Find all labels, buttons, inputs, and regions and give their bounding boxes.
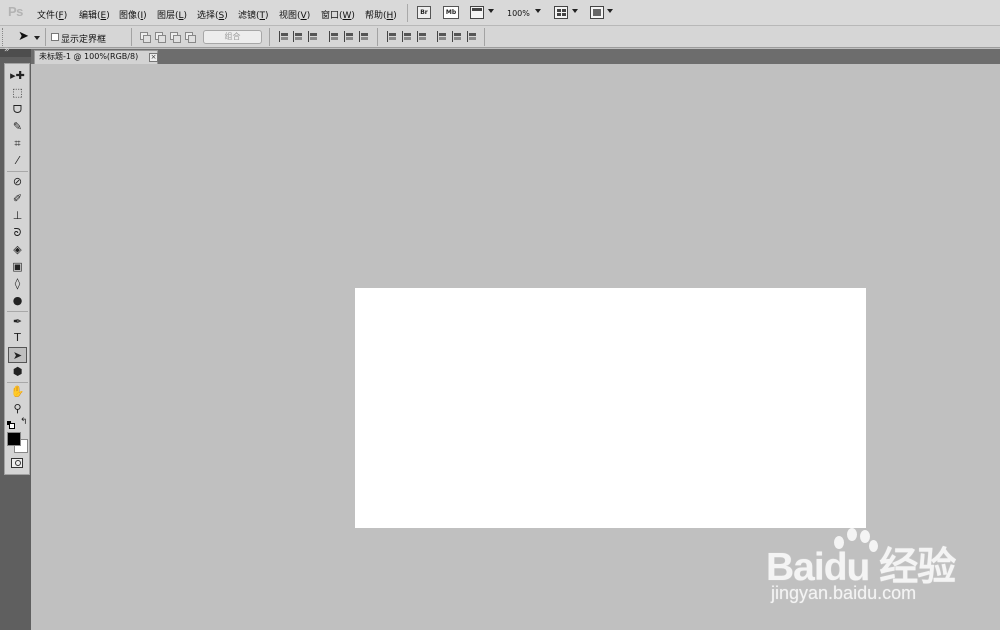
chevron-down-icon xyxy=(34,36,40,40)
photoshop-logo: Ps xyxy=(8,4,23,19)
dodge-tool-icon[interactable]: ● xyxy=(8,293,27,309)
align-bottom-icon[interactable] xyxy=(307,31,319,42)
options-separator xyxy=(484,28,485,46)
chevron-down-icon[interactable] xyxy=(572,9,578,13)
show-bounding-box-checkbox[interactable] xyxy=(51,33,59,41)
brush-tool-icon[interactable]: ✐ xyxy=(8,191,27,207)
menu-separator xyxy=(407,4,408,22)
default-colors-icon[interactable] xyxy=(7,421,15,429)
hand-tool-icon[interactable]: ✋ xyxy=(8,384,27,400)
exclude-shape-area-icon[interactable] xyxy=(185,32,196,43)
align-horizontal-center-icon[interactable] xyxy=(343,31,355,42)
marquee-tool-icon[interactable]: ⬚ xyxy=(8,85,27,101)
options-separator xyxy=(131,28,132,46)
baidu-jingyan-watermark: Baidu 经验 jingyan.baidu.com xyxy=(766,526,966,606)
distribute-bottom-icon[interactable] xyxy=(416,31,428,42)
menu-file[interactable]: 文件(F) xyxy=(37,8,67,21)
watermark-url: jingyan.baidu.com xyxy=(771,583,917,603)
menu-layer[interactable]: 图层(L) xyxy=(157,8,187,21)
options-separator xyxy=(45,28,46,46)
distribute-right-icon[interactable] xyxy=(466,31,478,42)
gradient-tool-icon[interactable]: ▣ xyxy=(8,259,27,275)
crop-tool-icon[interactable]: ⌗ xyxy=(8,136,27,152)
grip-handle[interactable] xyxy=(2,28,6,46)
mini-bridge-button[interactable]: Mb xyxy=(443,6,459,19)
chevron-down-icon[interactable] xyxy=(488,9,494,13)
distribute-left-icon[interactable] xyxy=(436,31,448,42)
close-icon[interactable]: × xyxy=(149,53,158,62)
zoom-level[interactable]: 100% xyxy=(507,9,530,18)
quick-select-tool-icon[interactable]: ✎ xyxy=(8,119,27,135)
path-select-tool-icon[interactable]: ➤ xyxy=(8,347,27,363)
swap-colors-icon[interactable]: ↰ xyxy=(20,417,28,427)
options-separator xyxy=(269,28,270,46)
zoom-tool-icon[interactable]: ⚲ xyxy=(8,401,27,417)
combine-button[interactable]: 组合 xyxy=(203,30,262,44)
eyedropper-tool-icon[interactable]: ⁄ xyxy=(8,153,27,169)
chevron-down-icon[interactable] xyxy=(607,9,613,13)
show-bounding-box-label: 显示定界框 xyxy=(61,35,107,45)
chevron-down-icon[interactable] xyxy=(535,9,541,13)
tools-panel-collapse[interactable] xyxy=(0,45,31,57)
distribute-top-icon[interactable] xyxy=(386,31,398,42)
intersect-shape-area-icon[interactable] xyxy=(170,32,181,43)
arrange-documents-icon[interactable] xyxy=(554,6,568,19)
add-shape-area-icon[interactable] xyxy=(140,32,151,43)
bridge-button[interactable]: Br xyxy=(417,6,431,19)
foreground-color-swatch[interactable] xyxy=(7,432,21,446)
type-tool-icon[interactable]: T xyxy=(8,330,27,346)
tool-preset-picker[interactable]: ➤ xyxy=(14,29,42,46)
align-vertical-center-icon[interactable] xyxy=(292,31,304,42)
view-extras-icon[interactable] xyxy=(470,6,484,19)
menu-select[interactable]: 选择(S) xyxy=(197,8,228,21)
menu-image[interactable]: 图像(I) xyxy=(119,8,147,21)
options-bar: ➤ 显示定界框 组合 xyxy=(0,26,1000,48)
align-right-icon[interactable] xyxy=(358,31,370,42)
screen-mode-icon[interactable] xyxy=(590,6,604,19)
tool-separator xyxy=(7,311,28,312)
stamp-tool-icon[interactable]: ⊥ xyxy=(8,208,27,224)
shape-tool-icon[interactable]: ⬢ xyxy=(8,364,27,380)
eraser-tool-icon[interactable]: ◈ xyxy=(8,242,27,258)
align-top-icon[interactable] xyxy=(278,31,290,42)
lasso-tool-icon[interactable]: ᗜ xyxy=(8,102,27,118)
history-brush-tool-icon[interactable]: ᘐ xyxy=(8,225,27,241)
healing-tool-icon[interactable]: ⊘ xyxy=(8,174,27,190)
tool-separator xyxy=(7,382,28,383)
options-separator xyxy=(377,28,378,46)
quick-mask-icon[interactable] xyxy=(11,458,23,468)
distribute-vertical-center-icon[interactable] xyxy=(401,31,413,42)
tool-separator xyxy=(7,171,28,172)
subtract-shape-area-icon[interactable] xyxy=(155,32,166,43)
document-tab[interactable]: 未标题-1 @ 100%(RGB/8) × xyxy=(34,50,158,64)
document-tab-title: 未标题-1 @ 100%(RGB/8) xyxy=(39,52,139,61)
distribute-horizontal-center-icon[interactable] xyxy=(451,31,463,42)
document-canvas[interactable] xyxy=(355,288,866,528)
blur-tool-icon[interactable]: ◊ xyxy=(8,276,27,292)
menu-help[interactable]: 帮助(H) xyxy=(365,8,397,21)
tools-panel: ▸✚ ⬚ ᗜ ✎ ⌗ ⁄ ⊘ ✐ ⊥ ᘐ ◈ ▣ ◊ ● ✒ T ➤ ⬢ ✋ ⚲… xyxy=(4,63,30,475)
align-left-icon[interactable] xyxy=(328,31,340,42)
document-tab-bar: 未标题-1 @ 100%(RGB/8) × xyxy=(31,49,1000,64)
pen-tool-icon[interactable]: ✒ xyxy=(8,314,27,330)
menu-bar: Ps 文件(F) 编辑(E) 图像(I) 图层(L) 选择(S) 滤镜(T) 视… xyxy=(0,0,1000,26)
menu-edit[interactable]: 编辑(E) xyxy=(79,8,110,21)
direct-select-arrow-icon: ➤ xyxy=(18,29,29,44)
move-tool-icon[interactable]: ▸✚ xyxy=(8,68,27,84)
menu-window[interactable]: 窗口(W) xyxy=(321,8,355,21)
menu-filter[interactable]: 滤镜(T) xyxy=(238,8,269,21)
menu-view[interactable]: 视图(V) xyxy=(279,8,310,21)
